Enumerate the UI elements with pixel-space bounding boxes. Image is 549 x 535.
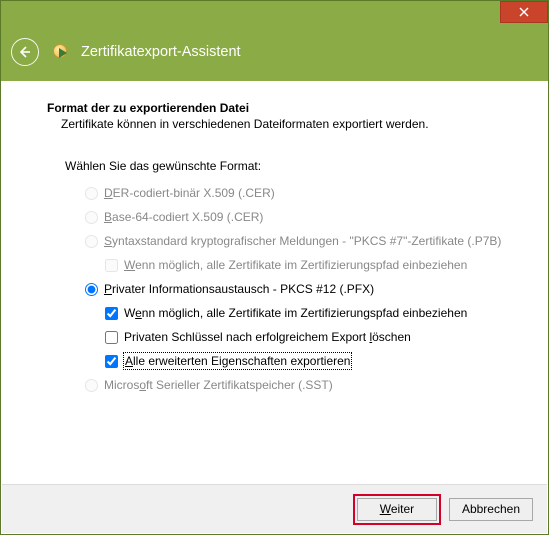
option-base64-label: Base-64-codiert X.509 (.CER) bbox=[104, 209, 263, 225]
next-button[interactable]: Weiter bbox=[357, 498, 437, 521]
option-pkcs12-extended-label: Alle erweiterten Eigenschaften exportier… bbox=[124, 353, 351, 369]
option-pkcs12[interactable]: Privater Informationsaustausch - PKCS #1… bbox=[85, 281, 512, 297]
back-button[interactable] bbox=[11, 38, 39, 66]
option-pkcs12-include-chain[interactable]: Wenn möglich, alle Zertifikate im Zertif… bbox=[105, 305, 512, 321]
option-pkcs7-include-chain: Wenn möglich, alle Zertifikate im Zertif… bbox=[105, 257, 512, 273]
check-pkcs12-delete-key[interactable] bbox=[105, 331, 118, 344]
option-pkcs7-label: Syntaxstandard kryptografischer Meldunge… bbox=[104, 233, 501, 249]
close-button[interactable] bbox=[500, 1, 548, 23]
wizard-header: Zertifikatexport-Assistent bbox=[1, 23, 548, 81]
format-options: DER-codiert-binär X.509 (.CER) Base-64-c… bbox=[85, 185, 512, 393]
option-der-label: DER-codiert-binär X.509 (.CER) bbox=[104, 185, 275, 201]
option-sst: Microsoft Serieller Zertifikatspeicher (… bbox=[85, 377, 512, 393]
radio-base64 bbox=[85, 211, 98, 224]
option-pkcs12-chain-label: Wenn möglich, alle Zertifikate im Zertif… bbox=[124, 305, 467, 321]
check-pkcs12-chain[interactable] bbox=[105, 307, 118, 320]
titlebar bbox=[1, 1, 548, 23]
wizard-footer: Weiter Abbrechen bbox=[2, 484, 547, 533]
option-pkcs7-chain-label: Wenn möglich, alle Zertifikate im Zertif… bbox=[124, 257, 467, 273]
close-icon bbox=[519, 7, 529, 17]
format-prompt: Wählen Sie das gewünschte Format: bbox=[65, 159, 512, 173]
radio-sst bbox=[85, 379, 98, 392]
radio-der bbox=[85, 187, 98, 200]
page-heading: Format der zu exportierenden Datei bbox=[47, 101, 512, 115]
option-sst-label: Microsoft Serieller Zertifikatspeicher (… bbox=[104, 377, 333, 393]
wizard-page: Format der zu exportierenden Datei Zerti… bbox=[2, 81, 547, 484]
option-der: DER-codiert-binär X.509 (.CER) bbox=[85, 185, 512, 201]
option-base64: Base-64-codiert X.509 (.CER) bbox=[85, 209, 512, 225]
back-arrow-icon bbox=[19, 46, 31, 58]
check-pkcs7-chain bbox=[105, 259, 118, 272]
option-pkcs12-label: Privater Informationsaustausch - PKCS #1… bbox=[104, 281, 374, 297]
wizard-title: Zertifikatexport-Assistent bbox=[81, 44, 241, 60]
option-pkcs12-delete-key-label: Privaten Schlüssel nach erfolgreichem Ex… bbox=[124, 329, 411, 345]
option-pkcs12-delete-key[interactable]: Privaten Schlüssel nach erfolgreichem Ex… bbox=[105, 329, 512, 345]
check-pkcs12-extended[interactable] bbox=[105, 355, 118, 368]
option-pkcs12-export-extended[interactable]: Alle erweiterten Eigenschaften exportier… bbox=[105, 353, 512, 369]
wizard-window: Zertifikatexport-Assistent Format der zu… bbox=[0, 0, 549, 535]
radio-pkcs7 bbox=[85, 235, 98, 248]
cancel-button[interactable]: Abbrechen bbox=[449, 498, 533, 521]
option-pkcs7: Syntaxstandard kryptografischer Meldunge… bbox=[85, 233, 512, 249]
next-button-highlight: Weiter bbox=[353, 494, 441, 525]
radio-pkcs12[interactable] bbox=[85, 283, 98, 296]
page-subheading: Zertifikate können in verschiedenen Date… bbox=[61, 117, 512, 131]
certificate-export-icon bbox=[53, 42, 73, 62]
